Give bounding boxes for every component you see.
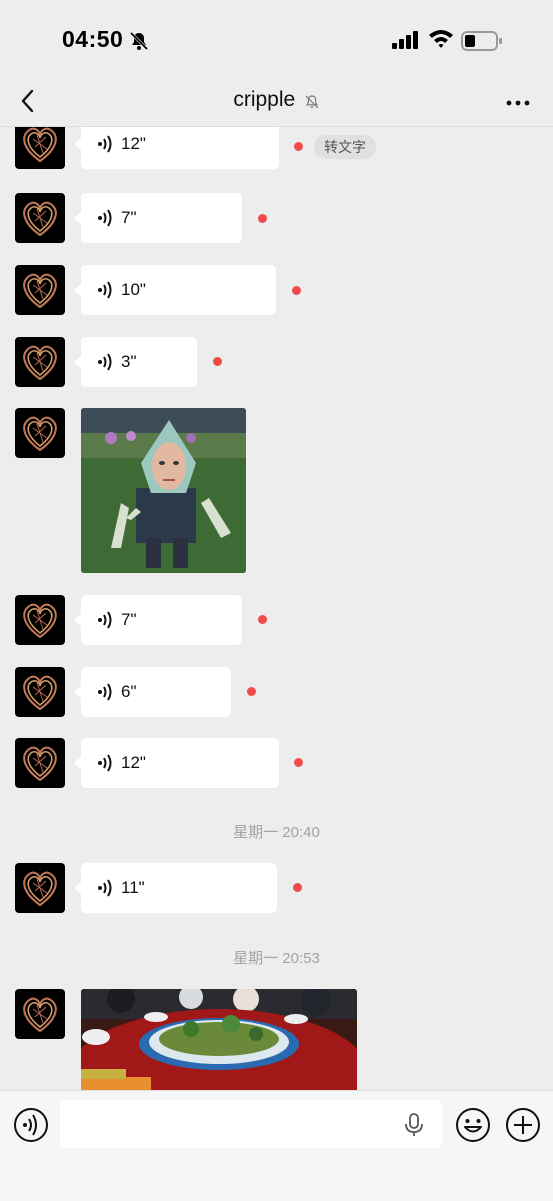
unread-dot [294, 758, 303, 767]
voice-message[interactable]: 7" [74, 193, 242, 243]
photo-dinner-table [81, 989, 357, 1090]
voice-message[interactable]: 11" [74, 863, 277, 913]
avatar[interactable] [15, 337, 65, 387]
voice-wave-icon [98, 135, 112, 153]
unread-dot [294, 142, 303, 151]
title-wrap: cripple [0, 88, 553, 112]
heart-avatar-icon [23, 345, 57, 381]
voice-duration: 10" [121, 280, 146, 299]
message-list[interactable]: 12" 转文字 7" 10" 3" 7" 6" 12" 星期一 20:40 11… [0, 127, 553, 1090]
bell-off-icon [305, 95, 319, 109]
avatar[interactable] [15, 738, 65, 788]
avatar[interactable] [15, 667, 65, 717]
voice-wave-icon [98, 754, 112, 772]
voice-wave-icon [98, 879, 112, 897]
signal-icon [392, 31, 418, 49]
unread-dot [258, 214, 267, 223]
heart-avatar-icon [23, 746, 57, 782]
image-message[interactable] [81, 989, 357, 1090]
voice-message[interactable]: 12" [74, 738, 279, 788]
timestamp-divider: 星期一 20:40 [233, 824, 320, 841]
voice-mode-icon[interactable] [13, 1107, 49, 1143]
input-bar [0, 1090, 553, 1201]
voice-duration: 7" [121, 208, 137, 227]
heart-avatar-icon [23, 675, 57, 711]
avatar[interactable] [15, 408, 65, 458]
voice-wave-icon [98, 281, 112, 299]
avatar[interactable] [15, 863, 65, 913]
avatar[interactable] [15, 193, 65, 243]
voice-wave-icon [98, 353, 112, 371]
heart-avatar-icon [23, 416, 57, 452]
voice-message[interactable]: 10" [74, 265, 276, 315]
voice-message[interactable]: 6" [74, 667, 231, 717]
voice-duration: 6" [121, 682, 137, 701]
plus-icon[interactable] [505, 1107, 541, 1143]
chat-header: cripple [0, 80, 553, 127]
unread-dot [292, 286, 301, 295]
unread-dot [258, 615, 267, 624]
heart-avatar-icon [23, 273, 57, 309]
voice-wave-icon [98, 611, 112, 629]
voice-wave-icon [98, 683, 112, 701]
heart-avatar-icon [23, 201, 57, 237]
heart-avatar-icon [23, 871, 57, 907]
avatar[interactable] [15, 595, 65, 645]
voice-duration: 12" [121, 753, 146, 772]
mic-icon[interactable] [404, 1113, 424, 1137]
image-message[interactable] [81, 408, 246, 573]
ellipsis-icon[interactable] [503, 88, 533, 118]
timestamp-divider: 星期一 20:53 [233, 950, 320, 967]
avatar[interactable] [15, 127, 65, 169]
status-bar: 04:50 [0, 0, 553, 80]
bell-off-icon [129, 31, 149, 51]
photo-character [81, 408, 246, 573]
chat-title: cripple [233, 88, 296, 111]
voice-wave-icon [98, 209, 112, 227]
unread-dot [247, 687, 256, 696]
voice-duration: 12" [121, 134, 146, 153]
heart-avatar-icon [23, 997, 57, 1033]
voice-message[interactable]: 12" [74, 127, 279, 169]
unread-dot [213, 357, 222, 366]
battery-icon [461, 31, 502, 51]
voice-message[interactable]: 7" [74, 595, 242, 645]
voice-duration: 7" [121, 610, 137, 629]
status-time: 04:50 [62, 26, 124, 52]
wifi-icon [429, 30, 453, 48]
voice-message[interactable]: 3" [74, 337, 197, 387]
message-input[interactable] [60, 1100, 442, 1148]
heart-avatar-icon [23, 127, 57, 163]
voice-duration: 3" [121, 352, 137, 371]
avatar[interactable] [15, 265, 65, 315]
avatar[interactable] [15, 989, 65, 1039]
transcribe-button[interactable]: 转文字 [314, 135, 376, 159]
emoji-icon[interactable] [455, 1107, 491, 1143]
heart-avatar-icon [23, 603, 57, 639]
voice-duration: 11" [121, 878, 145, 897]
unread-dot [293, 883, 302, 892]
